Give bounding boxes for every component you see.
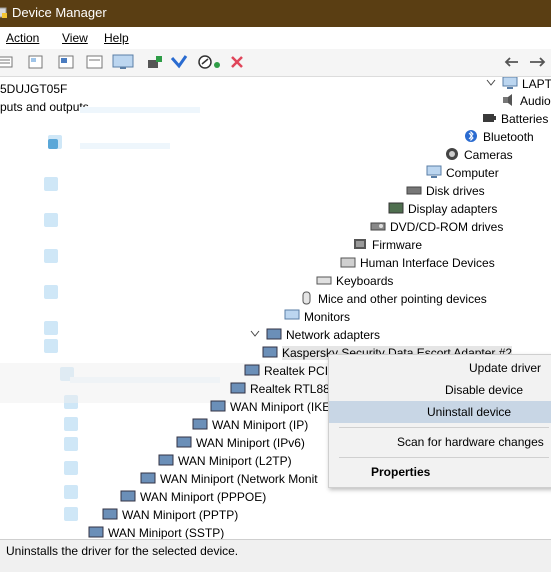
computer-icon (426, 165, 442, 178)
ghost-icon (64, 461, 78, 475)
menu-disable-device[interactable]: Disable device (329, 379, 551, 401)
chevron-down-icon[interactable] (486, 77, 496, 89)
scan-icon[interactable] (170, 54, 188, 70)
network-adapter-icon (176, 436, 192, 448)
back-icon[interactable] (0, 54, 14, 70)
computer-icon (502, 77, 518, 89)
menu-uninstall-device[interactable]: Uninstall device (329, 401, 551, 423)
status-bar: Uninstalls the driver for the selected d… (0, 539, 551, 572)
ghost-icon (64, 507, 78, 521)
network-adapter-icon (140, 472, 156, 484)
display-adapter-icon (388, 202, 404, 214)
firmware-icon (354, 239, 366, 249)
ghost-icon (48, 139, 58, 149)
chevron-down-icon[interactable] (250, 328, 260, 340)
forward-arrow-icon[interactable] (528, 54, 546, 70)
network-adapter-icon (210, 400, 226, 412)
network-adapter-icon (266, 328, 282, 340)
network-adapter-icon (262, 346, 278, 358)
device-manager-icon (0, 7, 8, 19)
ghost-icon (44, 177, 58, 191)
ghost-line (80, 143, 170, 149)
show-hidden-icon[interactable] (86, 54, 104, 70)
menu-update-driver[interactable]: Update driver (329, 357, 551, 379)
network-adapter-icon (230, 382, 246, 394)
back-arrow-icon[interactable] (502, 54, 520, 70)
battery-icon (483, 114, 496, 122)
bluetooth-icon (465, 130, 477, 142)
ghost-icon (44, 285, 58, 299)
help-icon[interactable] (58, 54, 76, 70)
speaker-icon (503, 94, 512, 106)
properties-icon[interactable] (27, 54, 45, 70)
status-text: Uninstalls the driver for the selected d… (6, 544, 239, 558)
ghost-icon (64, 485, 78, 499)
mouse-icon (302, 291, 311, 305)
network-adapter-icon (158, 454, 174, 466)
uninstall-icon[interactable] (228, 54, 246, 70)
camera-icon (446, 148, 458, 160)
network-adapter-icon (244, 364, 260, 376)
network-adapter-icon (102, 508, 118, 520)
keyboard-icon (316, 276, 332, 285)
window-title: Device Manager (12, 5, 107, 20)
menu-separator (339, 427, 549, 428)
monitor-icon (284, 309, 300, 320)
menu-properties[interactable]: Properties (329, 461, 551, 483)
menu-view[interactable]: View (62, 31, 88, 45)
ghost-line (80, 107, 200, 113)
ghost-icon (44, 321, 58, 335)
monitor-icon[interactable] (112, 54, 134, 70)
menu-bar: Action View Help (0, 27, 551, 49)
ghost-icon (64, 417, 78, 431)
title-bar: Device Manager (0, 0, 551, 27)
ghost-icon (44, 339, 58, 353)
update-driver-icon[interactable] (146, 54, 164, 70)
dvd-drive-icon (370, 222, 386, 231)
network-adapter-icon (120, 490, 136, 502)
network-adapter-icon (192, 418, 208, 430)
hid-icon (340, 257, 356, 268)
menu-separator (339, 457, 549, 458)
ghost-icon (64, 437, 78, 451)
network-adapter-icon (88, 526, 104, 538)
toolbar (0, 49, 551, 77)
ghost-icon (44, 249, 58, 263)
menu-help[interactable]: Help (104, 31, 129, 45)
context-menu: Update driver Disable device Uninstall d… (328, 354, 551, 488)
menu-action[interactable]: Action (6, 31, 39, 45)
disk-drive-icon (406, 186, 422, 195)
ghost-icon (44, 213, 58, 227)
menu-scan-hardware[interactable]: Scan for hardware changes (329, 431, 551, 453)
